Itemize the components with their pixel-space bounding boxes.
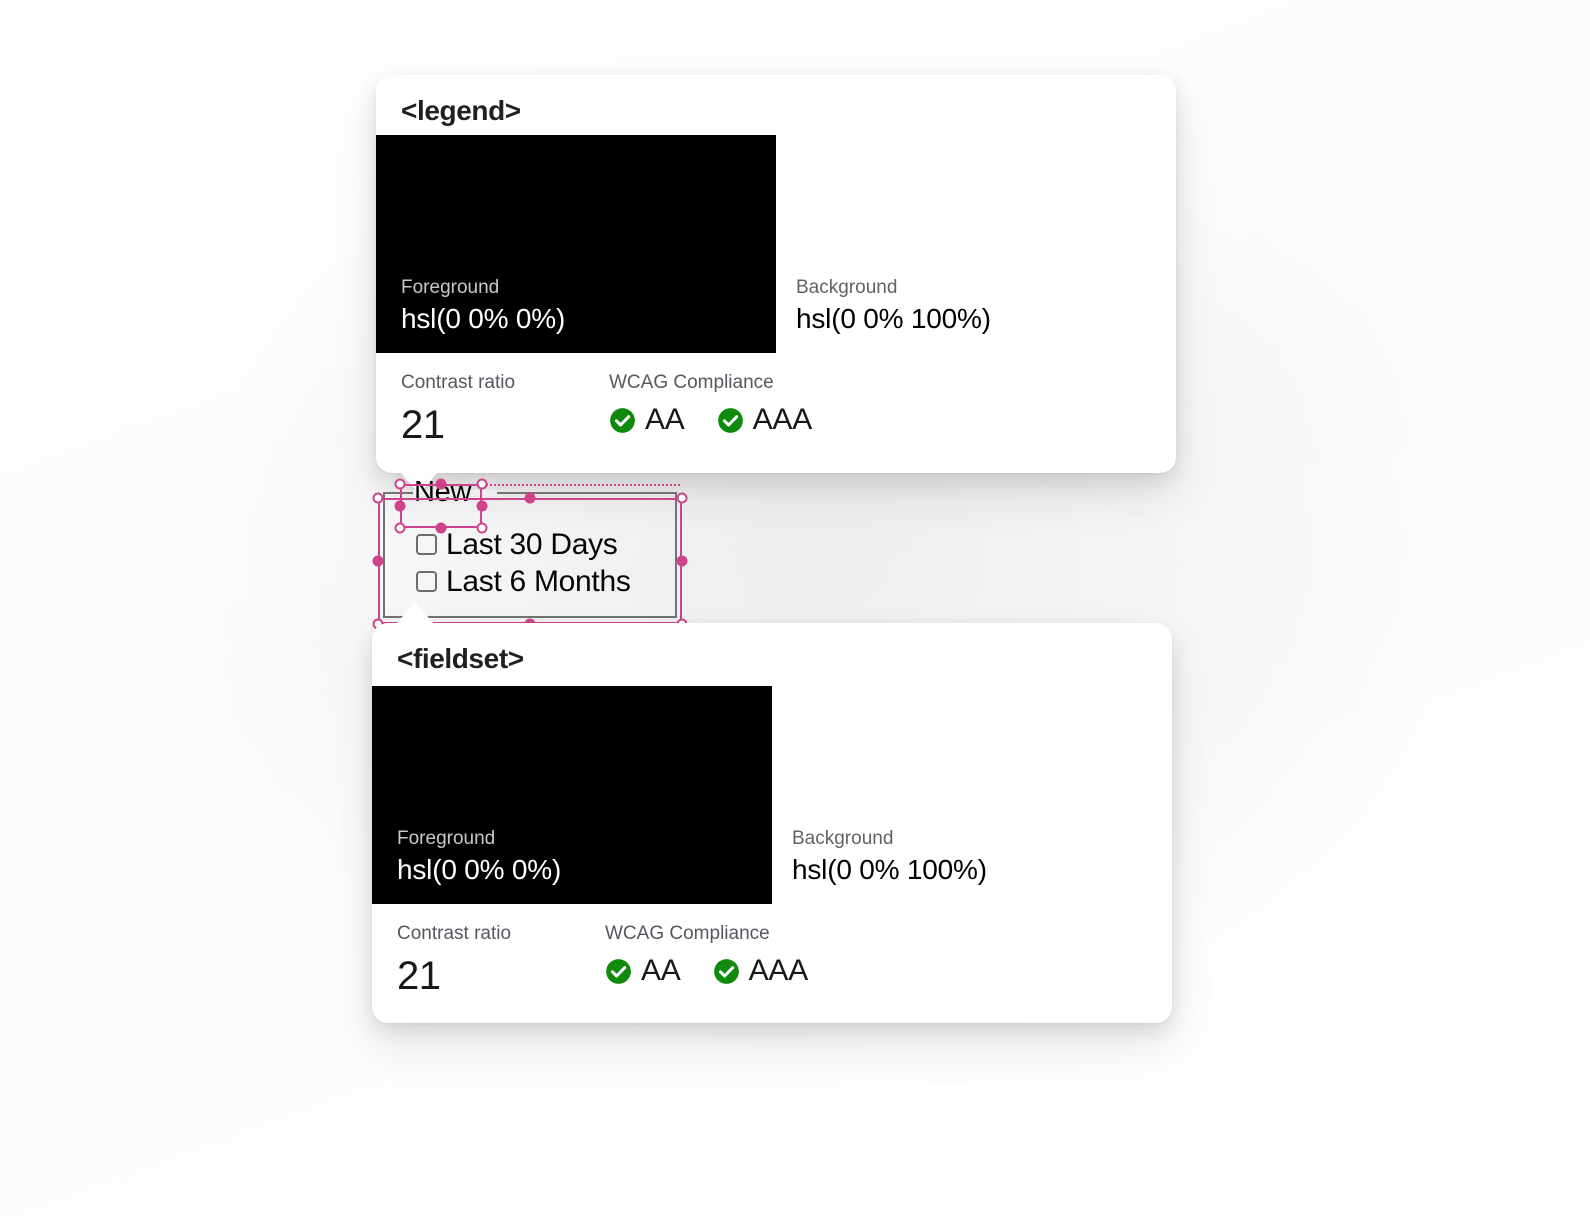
- check-circle-icon: [717, 407, 743, 433]
- check-circle-icon: [610, 407, 635, 433]
- contrast-ratio-block: Contrast ratio 21: [401, 371, 609, 451]
- background-label: Background: [792, 828, 894, 849]
- resize-handle-fieldset-top-center[interactable]: [524, 492, 536, 504]
- checkbox-row-last-30-days[interactable]: Last 30 Days: [416, 526, 631, 563]
- background-info: Background hsl(0 0% 100%): [792, 826, 987, 888]
- checkbox-last-30-days[interactable]: [416, 534, 437, 555]
- wcag-badge-aaa: AAA: [717, 403, 812, 437]
- color-swatch-row: Foreground hsl(0 0% 0%) Background hsl(0…: [372, 686, 1172, 904]
- resize-handle-fieldset-top-left[interactable]: [372, 492, 384, 504]
- tooltip-tail-up: [396, 602, 434, 624]
- resize-handle-legend-middle-right[interactable]: [476, 500, 488, 512]
- metrics-row: Contrast ratio 21 WCAG Compliance AA AAA: [397, 922, 808, 1002]
- color-swatch-row: Foreground hsl(0 0% 0%) Background hsl(0…: [376, 135, 1176, 353]
- checkbox-last-6-months[interactable]: [416, 571, 437, 592]
- foreground-info: Foreground hsl(0 0% 0%): [397, 826, 561, 888]
- foreground-label: Foreground: [401, 277, 500, 298]
- background-value: hsl(0 0% 100%): [792, 854, 987, 885]
- resize-handle-legend-bottom-left[interactable]: [394, 522, 406, 534]
- selection-guide-line: [482, 484, 680, 486]
- card-title: <fieldset>: [397, 643, 524, 674]
- wcag-badge-aaa-label: AAA: [748, 954, 809, 987]
- resize-handle-fieldset-middle-right[interactable]: [676, 555, 688, 567]
- metrics-row: Contrast ratio 21 WCAG Compliance AA AAA: [401, 371, 812, 451]
- wcag-badge-list: AA AAA: [605, 954, 808, 988]
- contrast-ratio-value: 21: [397, 954, 441, 998]
- foreground-swatch: Foreground hsl(0 0% 0%): [372, 686, 772, 904]
- resize-handle-legend-middle-left[interactable]: [394, 500, 406, 512]
- checkbox-row-last-6-months[interactable]: Last 6 Months: [416, 563, 631, 600]
- wcag-badge-aa-label: AA: [641, 954, 681, 987]
- check-circle-icon: [713, 958, 739, 984]
- contrast-ratio-label: Contrast ratio: [397, 923, 512, 944]
- resize-handle-fieldset-top-right[interactable]: [676, 492, 688, 504]
- wcag-badge-list: AA AAA: [609, 403, 812, 437]
- background-label: Background: [796, 277, 898, 298]
- checkbox-label-last-6-months[interactable]: Last 6 Months: [446, 565, 631, 599]
- wcag-compliance-block: WCAG Compliance AA AAA: [605, 922, 808, 988]
- contrast-ratio-block: Contrast ratio 21: [397, 922, 605, 1002]
- resize-handle-legend-bottom-right[interactable]: [476, 522, 488, 534]
- resize-handle-legend-top-right[interactable]: [476, 478, 488, 490]
- foreground-value: hsl(0 0% 0%): [401, 303, 566, 334]
- wcag-badge-aa-label: AA: [645, 403, 685, 436]
- contrast-ratio-value: 21: [401, 403, 445, 447]
- background-info: Background hsl(0 0% 100%): [796, 275, 991, 337]
- foreground-swatch: Foreground hsl(0 0% 0%): [376, 135, 776, 353]
- foreground-value: hsl(0 0% 0%): [397, 854, 562, 885]
- resize-handle-legend-bottom-center[interactable]: [435, 522, 447, 534]
- background-swatch: Background hsl(0 0% 100%): [776, 135, 1176, 353]
- wcag-compliance-label: WCAG Compliance: [609, 372, 774, 393]
- wcag-compliance-block: WCAG Compliance AA AAA: [609, 371, 812, 437]
- background-value: hsl(0 0% 100%): [796, 303, 991, 334]
- contrast-card-legend: <legend> Foreground hsl(0 0% 0%) Backgro…: [376, 75, 1176, 494]
- resize-handle-fieldset-middle-left[interactable]: [372, 555, 384, 567]
- card-title: <legend>: [401, 95, 521, 126]
- checkbox-label-last-30-days[interactable]: Last 30 Days: [446, 528, 618, 562]
- contrast-ratio-label: Contrast ratio: [401, 372, 516, 393]
- wcag-compliance-label: WCAG Compliance: [605, 923, 770, 944]
- wcag-badge-aa: AA: [609, 403, 685, 437]
- resize-handle-legend-top-left[interactable]: [394, 478, 406, 490]
- contrast-card-fieldset: <fieldset> Foreground hsl(0 0% 0%) Backg…: [372, 602, 1172, 1023]
- background-swatch: Background hsl(0 0% 100%): [772, 686, 1172, 904]
- check-circle-icon: [606, 958, 631, 984]
- resize-handle-legend-top-center[interactable]: [435, 478, 447, 490]
- foreground-label: Foreground: [397, 828, 496, 849]
- wcag-badge-aa: AA: [605, 954, 681, 988]
- wcag-badge-aaa-label: AAA: [752, 403, 813, 436]
- wcag-badge-aaa: AAA: [713, 954, 808, 988]
- foreground-info: Foreground hsl(0 0% 0%): [401, 275, 565, 337]
- checkbox-group: Last 30 Days Last 6 Months: [416, 526, 631, 600]
